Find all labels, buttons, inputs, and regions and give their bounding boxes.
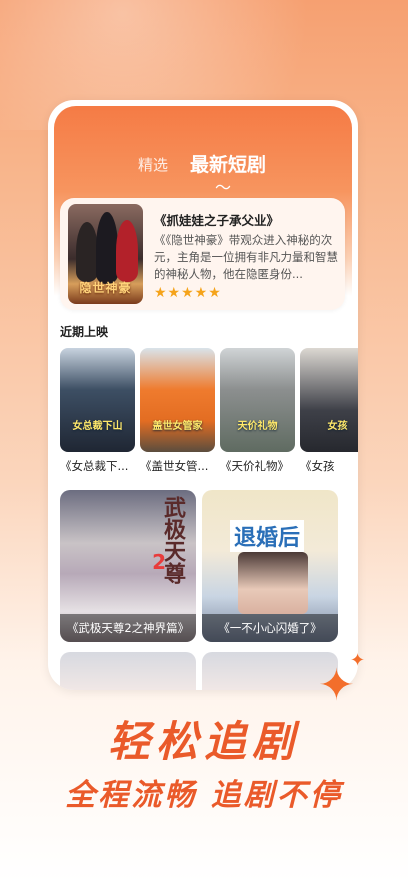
recent-poster[interactable]: 女孩 — [300, 348, 358, 452]
featured-description: 《《隐世神豪》带观众进入神秘的次元，主角是一位拥有非凡力量和智慧的神秘人物，他在… — [154, 233, 338, 281]
recent-poster[interactable]: 盖世女管家 — [140, 348, 215, 452]
drama-grid-next-row — [60, 652, 350, 690]
recent-list: 女总裁下山 《女总裁下... 盖世女管家 《盖世女管... 天价礼物 《天价礼物… — [60, 348, 358, 478]
recent-poster[interactable]: 女总裁下山 — [60, 348, 135, 452]
poster-tag: 盖世女管家 — [152, 421, 203, 432]
promo-subheadline: 全程流畅 追剧不停 — [65, 778, 343, 813]
drama-card-caption: 《武极天尊2之神界篇》 — [60, 614, 196, 642]
poster-title-art: 隐世神豪 — [79, 281, 132, 295]
tab-active-indicator: 〜 — [215, 178, 232, 197]
drama-card[interactable]: 武极天尊 2 《武极天尊2之神界篇》 — [60, 490, 196, 642]
recent-item[interactable]: 女孩 《女孩 — [300, 348, 358, 474]
recent-item[interactable]: 天价礼物 《天价礼物》 — [220, 348, 295, 474]
drama-card[interactable]: 退婚后 《一不小心闪婚了》 — [202, 490, 338, 642]
recent-item[interactable]: 盖世女管家 《盖世女管... — [140, 348, 215, 474]
recent-item-label: 《女总裁下... — [60, 459, 129, 473]
promo-headline: 轻松追剧 — [107, 717, 300, 766]
featured-title: 《抓娃娃之子承父业》 — [154, 213, 280, 228]
phone-mockup: 精选 最新短剧 〜 隐世神豪 《抓娃娃之子承父业》 《《隐世神豪》带观众进入神秘… — [48, 100, 358, 690]
featured-poster[interactable]: 隐世神豪 — [68, 204, 143, 304]
poster-tag: 女总裁下山 — [72, 421, 123, 432]
recent-section-title: 近期上映 — [60, 325, 109, 339]
recent-item-label: 《盖世女管... — [140, 459, 209, 473]
poster-title-art: 退婚后 — [230, 520, 305, 552]
drama-grid: 武极天尊 2 《武极天尊2之神界篇》 退婚后 《一不小心闪婚了》 — [60, 490, 350, 642]
recent-item-label: 《女孩 — [300, 459, 335, 473]
featured-drama-card[interactable]: 隐世神豪 《抓娃娃之子承父业》 《《隐世神豪》带观众进入神秘的次元，主角是一位拥… — [60, 198, 345, 310]
recent-item-label: 《天价礼物》 — [220, 459, 289, 473]
recent-poster[interactable]: 天价礼物 — [220, 348, 295, 452]
rating-stars: ★★★★★ — [154, 285, 222, 301]
tab-recommended[interactable]: 精选 — [138, 154, 168, 175]
poster-tag: 天价礼物 — [237, 421, 278, 432]
tab-bar: 精选 最新短剧 〜 — [48, 148, 358, 197]
recent-item[interactable]: 女总裁下山 《女总裁下... — [60, 348, 135, 474]
poster-tag: 女孩 — [327, 421, 348, 432]
sparkle-icon: ✦ — [350, 650, 366, 671]
drama-card-caption: 《一不小心闪婚了》 — [202, 614, 338, 642]
drama-card[interactable] — [60, 652, 196, 690]
poster-portrait — [238, 552, 308, 614]
poster-title-number: 2 — [152, 550, 166, 574]
tab-new-dramas[interactable]: 最新短剧 — [190, 150, 266, 177]
